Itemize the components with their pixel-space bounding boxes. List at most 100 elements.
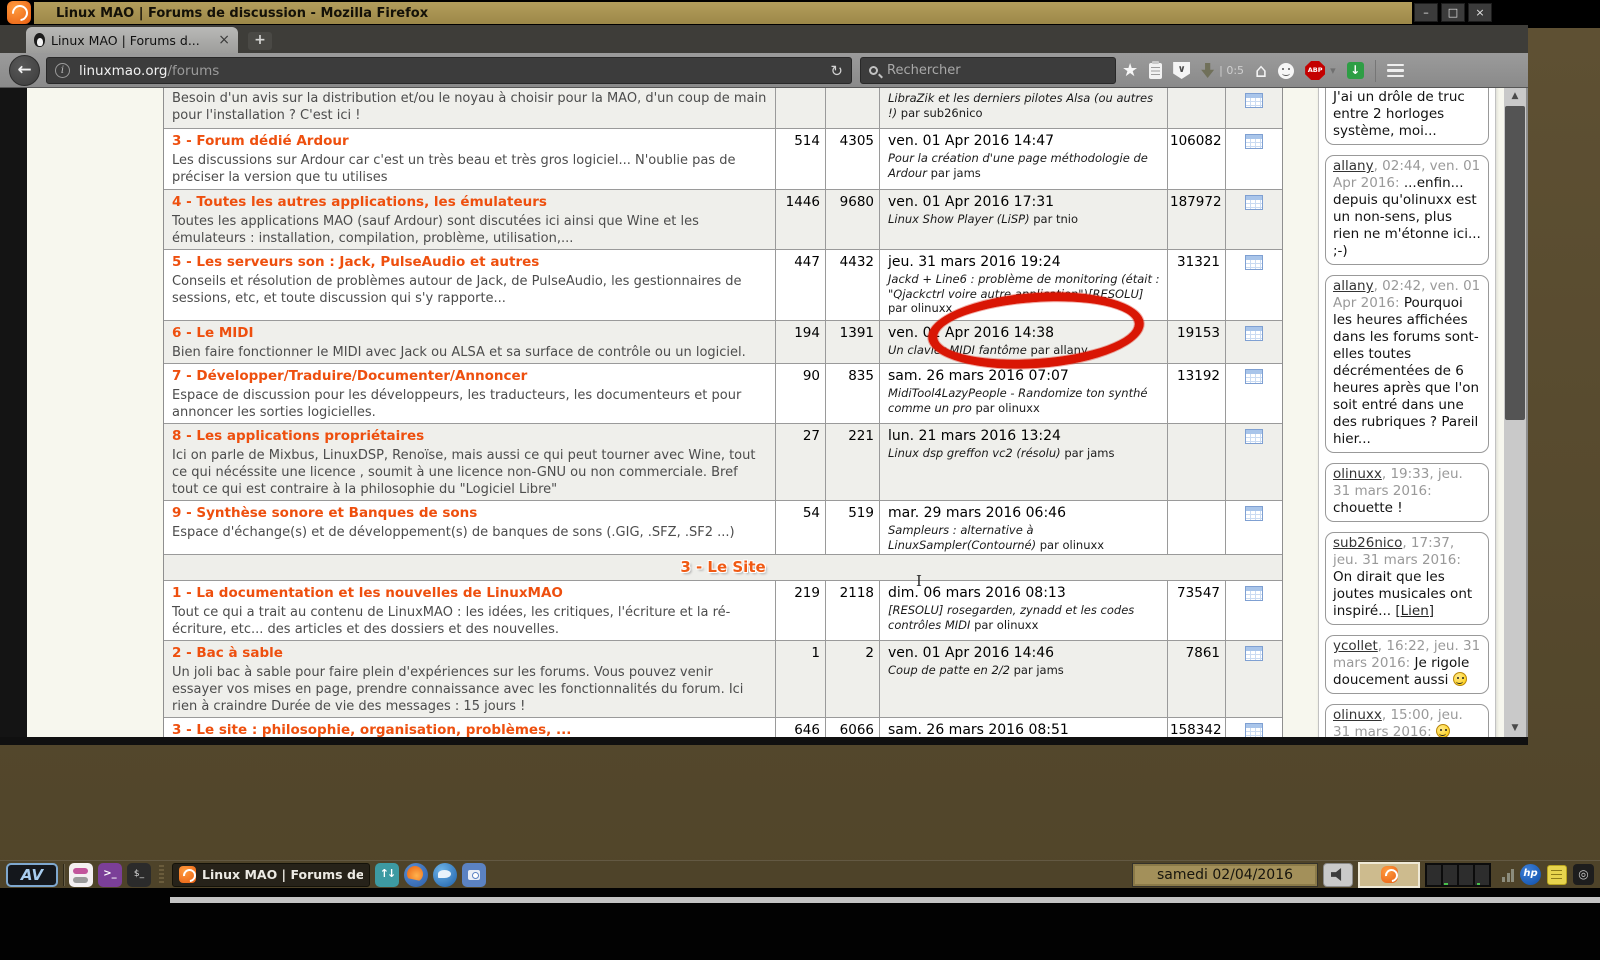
notification-firefox-box[interactable]: [1358, 861, 1420, 888]
tab-linuxmao[interactable]: Linux MAO | Forums d... ×: [26, 27, 238, 53]
forum-list-icon[interactable]: [1245, 195, 1263, 210]
forum-list-icon[interactable]: [1245, 586, 1263, 601]
clipboard-notes-icon[interactable]: [1547, 864, 1567, 885]
last-post-date: ven. 01 Apr 2016 14:46: [888, 645, 1055, 661]
maximize-button[interactable]: □: [1441, 3, 1465, 22]
forum-list-icon[interactable]: [1245, 134, 1263, 149]
shout-author[interactable]: sub26nico: [1333, 535, 1402, 551]
forum-title-link[interactable]: 6 - Le MIDI: [172, 322, 767, 343]
volume-button[interactable]: [1323, 862, 1353, 887]
taskbar-clock[interactable]: samedi 02/04/2016 07:24:37: [1132, 862, 1318, 905]
reload-icon[interactable]: ↻: [830, 62, 843, 80]
forum-list-icon[interactable]: [1245, 723, 1263, 737]
forum-row: 4 - Toutes les autres applications, les …: [164, 190, 1282, 250]
forum-posts-count: 519: [826, 501, 880, 554]
forum-posts-count: 4432: [826, 250, 880, 320]
last-post-topic-link[interactable]: Sampleurs : alternative à LinuxSampler(C…: [888, 523, 1036, 552]
av-linux-menu-button[interactable]: AV: [6, 862, 58, 887]
update-sync-icon[interactable]: ◎: [1573, 864, 1594, 885]
search-icon[interactable]: [869, 66, 878, 75]
last-post-date: sam. 26 mars 2016 08:51: [888, 722, 1069, 737]
forum-row: 7 - Développer/Traduire/Documenter/Annon…: [164, 364, 1282, 424]
section-header-le-site: 3 - Le Site: [164, 555, 1282, 581]
shout-author[interactable]: allany: [1333, 278, 1374, 294]
forum-title-link[interactable]: 5 - Les serveurs son : Jack, PulseAudio …: [172, 251, 767, 272]
hp-device-icon[interactable]: hp: [1520, 864, 1541, 885]
shout-author[interactable]: olinuxx: [1333, 466, 1382, 482]
url-bar[interactable]: i linuxmao.org /forums ↻: [46, 57, 852, 84]
menu-hamburger-icon[interactable]: [1386, 63, 1404, 78]
forum-icon-cell: [1226, 718, 1282, 737]
app-menu-icon[interactable]: [7, 1, 31, 24]
last-post-topic-link[interactable]: Un clavier MIDI fantôme: [888, 343, 1027, 357]
shout-author[interactable]: allany: [1333, 158, 1374, 174]
firefox-launcher-icon[interactable]: [404, 862, 428, 887]
forum-list-icon[interactable]: [1245, 326, 1263, 341]
forum-title-link[interactable]: 1 - La documentation et les nouvelles de…: [172, 582, 767, 603]
forum-list-icon[interactable]: [1245, 369, 1263, 384]
network-signal-icon[interactable]: [1502, 868, 1514, 882]
forum-list-icon[interactable]: [1245, 93, 1263, 108]
video-download-icon[interactable]: ↓: [1346, 62, 1364, 79]
tab-close-icon[interactable]: ×: [218, 33, 230, 47]
download-status: | 0:5: [1219, 64, 1245, 77]
search-bar[interactable]: [860, 57, 1116, 84]
forum-list-icon[interactable]: [1245, 429, 1263, 444]
search-input[interactable]: [885, 62, 1065, 79]
taskbar-divider: [63, 863, 64, 886]
scrollbar-thumb[interactable]: [1505, 106, 1525, 420]
forum-title-link[interactable]: 7 - Développer/Traduire/Documenter/Annon…: [172, 365, 767, 386]
shout-text: chouette !: [1333, 500, 1403, 516]
last-post-topic-link[interactable]: Linux Show Player (LiSP): [888, 212, 1030, 226]
window-list-applet[interactable]: [1425, 862, 1491, 887]
downloads-icon[interactable]: [1201, 63, 1215, 78]
forum-title-link[interactable]: 9 - Synthèse sonore et Banques de sons: [172, 502, 767, 523]
pocket-icon[interactable]: ∨: [1173, 62, 1191, 79]
forum-title-link[interactable]: 3 - Le site : philosophie, organisation,…: [172, 719, 767, 737]
shout-message: allany, 02:42, ven. 01 Apr 2016: Pourquo…: [1325, 275, 1489, 453]
shout-author[interactable]: ycollet: [1333, 638, 1378, 654]
new-tab-button[interactable]: +: [248, 32, 272, 50]
adblock-icon[interactable]: ABP: [1305, 61, 1326, 80]
page-scrollbar[interactable]: ▲ ▼: [1504, 88, 1526, 737]
scroll-up-icon[interactable]: ▲: [1504, 88, 1526, 105]
smiley-emoticon: [1452, 672, 1467, 686]
shout-link[interactable]: [Lien]: [1395, 603, 1434, 619]
forum-title-link[interactable]: 3 - Forum dédié Ardour: [172, 130, 767, 151]
scroll-down-icon[interactable]: ▼: [1504, 720, 1526, 737]
forum-icon-cell: [1226, 88, 1282, 128]
adblock-dropdown-icon[interactable]: ▾: [1330, 64, 1336, 77]
home-icon[interactable]: ⌂: [1255, 60, 1267, 82]
last-post-topic-link[interactable]: Jackd + Line6 : problème de monitoring (…: [888, 272, 1160, 301]
forum-title-link[interactable]: 8 - Les applications propriétaires: [172, 425, 767, 446]
settings-toggles-icon[interactable]: [69, 862, 93, 887]
last-post-date: ven. 01 Apr 2016 14:47: [888, 133, 1055, 149]
browser-viewport: Besoin d'un avis sur la distribution et/…: [0, 88, 1528, 737]
forum-list-icon[interactable]: [1245, 255, 1263, 270]
forum-list-icon[interactable]: [1245, 506, 1263, 521]
forum-list-icon[interactable]: [1245, 646, 1263, 661]
close-button[interactable]: ×: [1468, 3, 1492, 22]
toolbar-divider: [1374, 59, 1376, 82]
forum-title-link[interactable]: 4 - Toutes les autres applications, les …: [172, 191, 767, 212]
terminal-purple-icon[interactable]: >_: [98, 862, 122, 887]
thunderbird-launcher-icon[interactable]: [433, 862, 457, 887]
site-info-icon[interactable]: i: [55, 63, 70, 78]
back-button[interactable]: ←: [9, 55, 40, 86]
task-button-firefox[interactable]: Linux MAO | Forums de di...: [172, 862, 370, 887]
last-post-topic-link[interactable]: Linux dsp greffon vc2 (résolu): [888, 446, 1061, 460]
forum-title-link[interactable]: 2 - Bac à sable: [172, 642, 767, 663]
terminal-dark-icon[interactable]: $_: [127, 862, 151, 887]
shout-author[interactable]: olinuxx: [1333, 707, 1382, 723]
file-transfer-icon[interactable]: ↑↓: [375, 862, 399, 887]
last-post-author: par allany: [1030, 343, 1088, 357]
last-post-topic-link[interactable]: Coup de patte en 2/2: [888, 663, 1010, 677]
forum-posts-count: 9680: [826, 190, 880, 249]
forum-last-post-cell: ven. 01 Apr 2016 14:38 Un clavier MIDI f…: [880, 321, 1168, 363]
bookmark-star-icon[interactable]: ★: [1122, 60, 1138, 81]
smiley-addon-icon[interactable]: [1278, 62, 1295, 79]
bookmarks-list-icon[interactable]: [1149, 60, 1163, 79]
last-post-topic-link[interactable]: Pour la création d'une page méthodologie…: [888, 151, 1148, 180]
screenshot-tool-icon[interactable]: [462, 862, 486, 887]
minimize-button[interactable]: –: [1414, 3, 1438, 22]
